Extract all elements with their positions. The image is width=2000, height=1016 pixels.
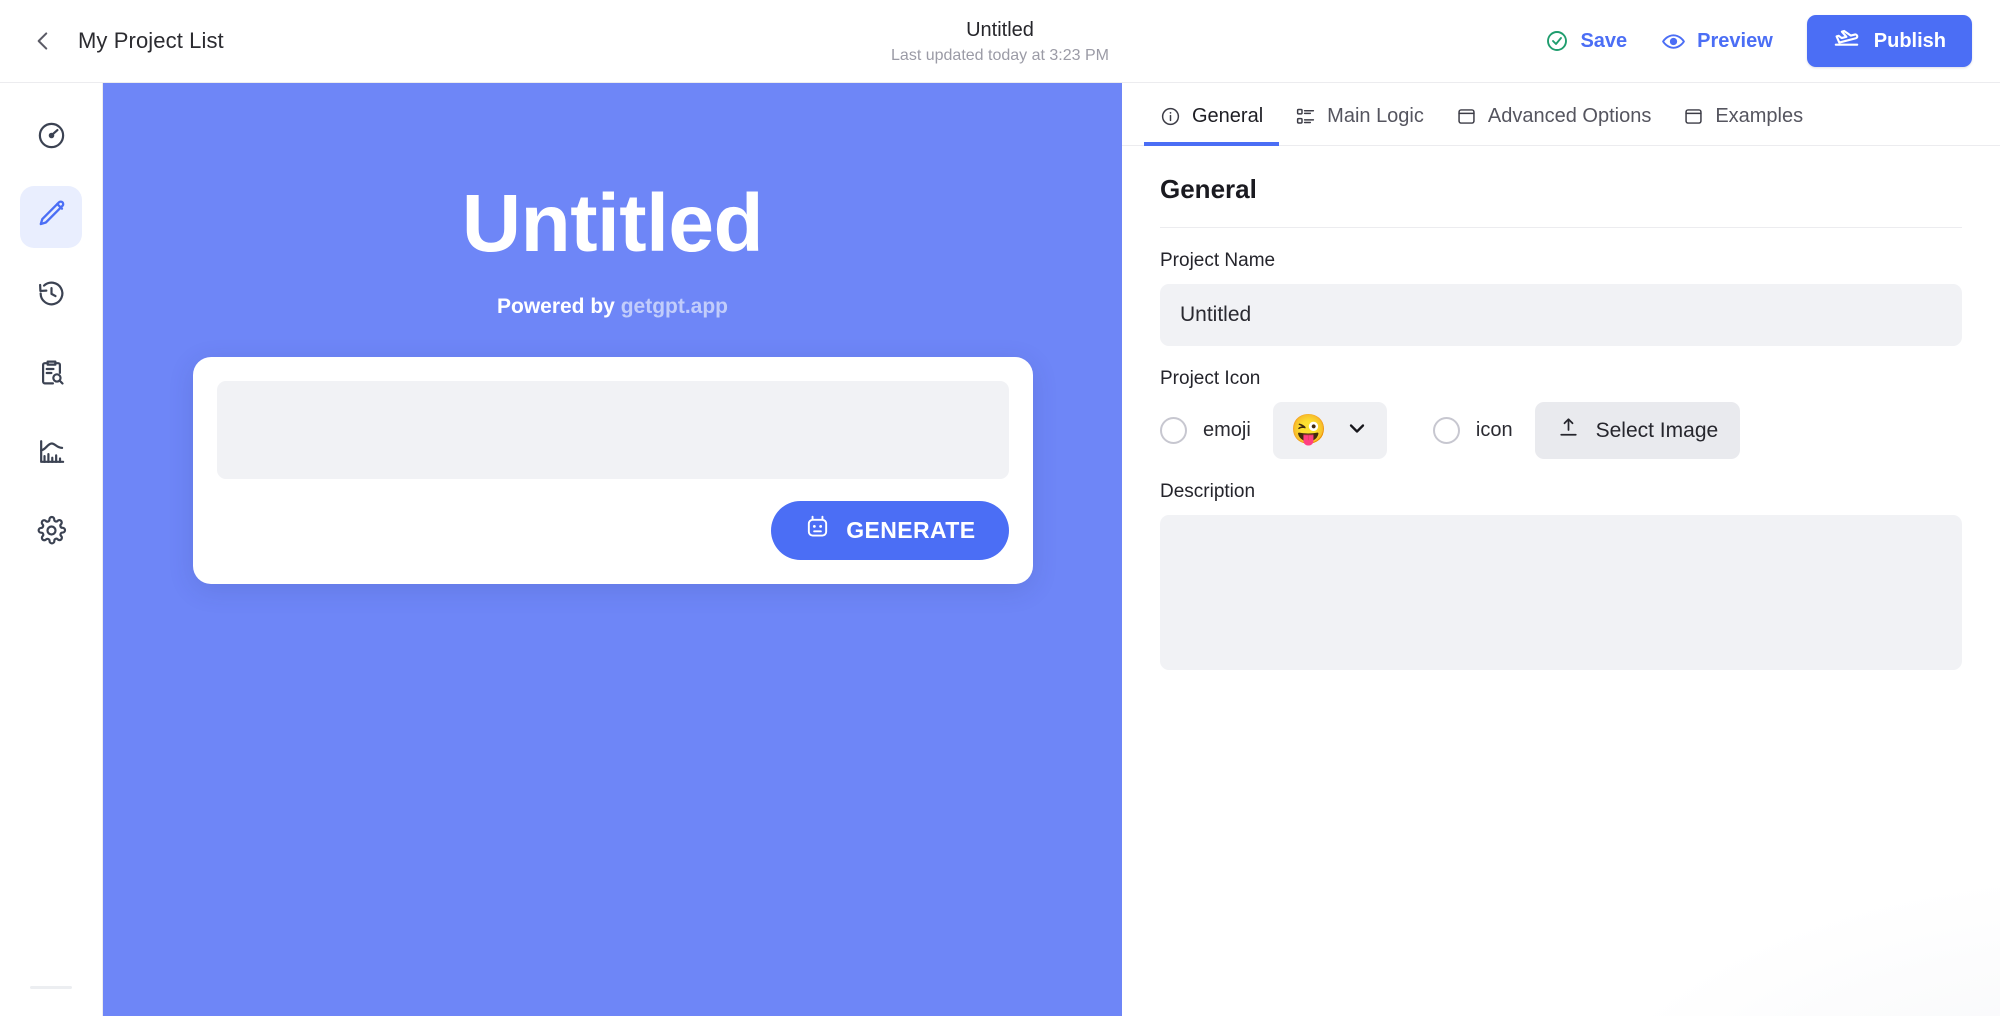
select-image-button[interactable]: Select Image xyxy=(1534,402,1741,459)
tab-advanced-options-label: Advanced Options xyxy=(1487,105,1652,127)
sidebar-item-history[interactable] xyxy=(20,265,82,327)
general-panel: General Project Name Untitled Project Ic… xyxy=(1122,146,2000,670)
back-button[interactable] xyxy=(26,24,60,58)
robot-icon xyxy=(804,514,831,547)
preview-button[interactable]: Preview xyxy=(1661,29,1773,54)
icon-radio-label: icon xyxy=(1475,419,1513,441)
emoji-radio[interactable] xyxy=(1160,417,1187,444)
tab-examples-label: Examples xyxy=(1715,105,1804,127)
preview-label: Preview xyxy=(1697,29,1773,52)
tab-main-logic[interactable]: Main Logic xyxy=(1279,105,1440,146)
sidebar-item-editor[interactable] xyxy=(20,186,82,248)
inspector-panel: General Main Logic Advanced Options Exam… xyxy=(1122,83,2000,1016)
app-body: Untitled Powered by getgpt.app GENERATE xyxy=(0,83,2000,1016)
generate-label: GENERATE xyxy=(846,517,976,543)
preview-canvas: Untitled Powered by getgpt.app GENERATE xyxy=(103,83,1122,1016)
sidebar-item-analytics[interactable] xyxy=(20,423,82,485)
tab-examples[interactable]: Examples xyxy=(1667,105,1819,146)
sidebar-item-logs[interactable] xyxy=(20,344,82,406)
sidebar-item-dashboard[interactable] xyxy=(20,107,82,169)
speedometer-icon xyxy=(36,120,67,156)
description-label: Description xyxy=(1160,481,1256,502)
emoji-dropdown[interactable]: 😜 xyxy=(1272,402,1387,459)
select-image-label: Select Image xyxy=(1595,418,1719,442)
sidebar-item-settings[interactable] xyxy=(20,502,82,564)
save-label: Save xyxy=(1580,29,1628,52)
project-icon-options: emoji 😜 icon Select Image xyxy=(1160,402,1962,459)
window-icon xyxy=(1456,106,1477,127)
sidebar-divider xyxy=(30,986,72,989)
clock-rewind-icon xyxy=(36,278,67,314)
emoji-radio-label: emoji xyxy=(1203,419,1251,441)
tab-general[interactable]: General xyxy=(1144,105,1280,146)
project-name-label: Project Name xyxy=(1160,250,1276,271)
selected-emoji: 😜 xyxy=(1290,414,1327,446)
window-icon xyxy=(1683,106,1704,127)
prompt-input[interactable] xyxy=(216,381,1009,479)
project-icon-label: Project Icon xyxy=(1160,368,1261,389)
app-root: My Project List Untitled Last updated to… xyxy=(0,0,2000,1016)
left-sidebar xyxy=(0,83,103,1016)
app-header: My Project List Untitled Last updated to… xyxy=(0,0,2000,83)
plane-takeoff-icon xyxy=(1833,25,1860,58)
section-title: General xyxy=(1160,174,1257,204)
header-left: My Project List xyxy=(0,24,224,58)
inspector-tabs: General Main Logic Advanced Options Exam… xyxy=(1122,83,2000,146)
save-button[interactable]: Save xyxy=(1545,29,1627,53)
check-circle-icon xyxy=(1545,29,1569,53)
generate-button[interactable]: GENERATE xyxy=(771,501,1009,560)
bar-chart-icon xyxy=(36,436,67,472)
powered-by-text: Powered by getgpt.app xyxy=(497,295,728,319)
generate-row: GENERATE xyxy=(217,501,1009,560)
description-field: Description xyxy=(1160,481,1962,670)
chevron-down-icon xyxy=(1345,416,1369,445)
preview-title: Untitled xyxy=(461,178,764,269)
tab-general-label: General xyxy=(1192,105,1264,127)
publish-label: Publish xyxy=(1873,29,1946,52)
pencil-icon xyxy=(36,199,67,235)
tab-main-logic-label: Main Logic xyxy=(1327,105,1424,127)
project-name-field: Project Name Untitled xyxy=(1160,250,1962,346)
generate-card: GENERATE xyxy=(192,357,1033,584)
project-name-input[interactable]: Untitled xyxy=(1160,284,1962,346)
tab-advanced-options[interactable]: Advanced Options xyxy=(1440,105,1667,146)
header-actions: Save Preview Publish xyxy=(1545,15,2000,67)
gear-icon xyxy=(36,515,67,551)
project-icon-field: Project Icon emoji 😜 icon Select Image xyxy=(1160,368,1962,459)
publish-button[interactable]: Publish xyxy=(1806,15,1972,67)
powered-by-prefix: Powered by xyxy=(496,295,621,318)
upload-icon xyxy=(1557,416,1580,445)
page-title: Untitled xyxy=(966,18,1034,41)
breadcrumb[interactable]: My Project List xyxy=(78,28,224,54)
eye-icon xyxy=(1661,29,1686,54)
section-divider xyxy=(1160,227,1962,228)
list-checks-icon xyxy=(1295,106,1316,127)
description-textarea[interactable] xyxy=(1160,515,1962,670)
last-updated-text: Last updated today at 3:23 PM xyxy=(891,46,1109,64)
icon-radio[interactable] xyxy=(1432,417,1460,444)
info-circle-icon xyxy=(1160,106,1181,127)
getgpt-link[interactable]: getgpt.app xyxy=(621,295,728,318)
clipboard-search-icon xyxy=(36,357,67,393)
chevron-left-icon xyxy=(30,28,56,54)
